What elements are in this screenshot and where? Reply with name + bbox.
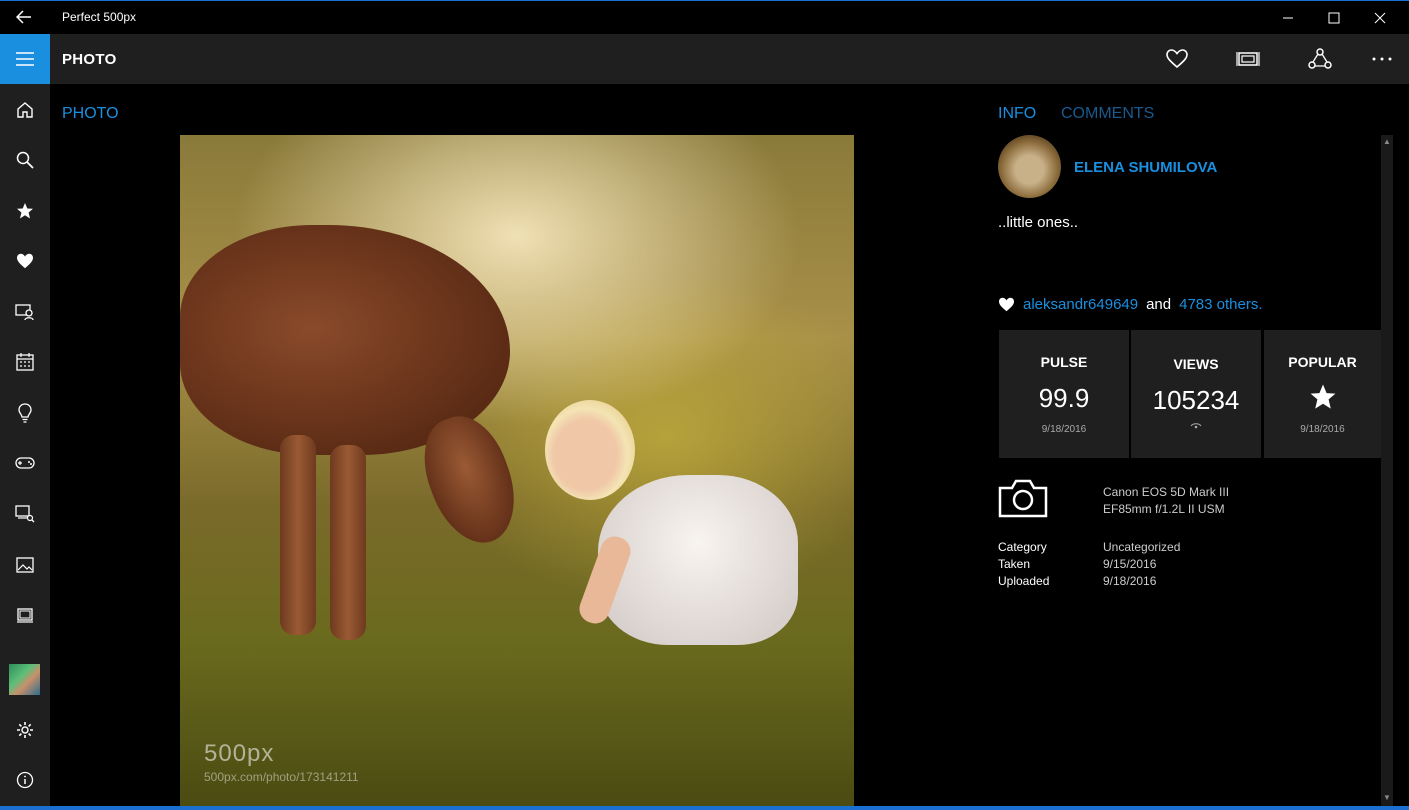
heart-icon[interactable] xyxy=(1160,44,1194,74)
heart-likes-icon xyxy=(999,297,1014,312)
photo-calf-leg xyxy=(280,435,316,635)
meta-key-taken: Taken xyxy=(998,557,1031,571)
scroll-down-arrow-icon[interactable]: ▼ xyxy=(1381,792,1393,804)
stat-value: 99.9 xyxy=(1038,383,1090,413)
meta-value-category: Uncategorized xyxy=(1103,540,1181,554)
stat-label: PULSE xyxy=(1040,354,1088,370)
meta-value-taken: 9/15/2016 xyxy=(1103,557,1157,571)
stat-views: VIEWS 105234 xyxy=(1131,330,1261,458)
window-bottom-border xyxy=(0,806,1409,810)
minimize-button[interactable] xyxy=(1265,1,1311,34)
window-title: Perfect 500px xyxy=(62,10,137,24)
close-button[interactable] xyxy=(1357,1,1403,34)
gear-icon[interactable] xyxy=(0,708,50,752)
author-name[interactable]: ELENA SHUMILOVA xyxy=(1074,159,1217,176)
calendar-icon[interactable] xyxy=(0,340,50,384)
photo-caption: ..little ones.. xyxy=(998,214,1079,231)
meta-key-uploaded: Uploaded xyxy=(998,574,1050,588)
star-icon xyxy=(1264,383,1381,418)
eye-icon xyxy=(1131,422,1261,433)
heart-filled-icon[interactable] xyxy=(0,239,50,283)
home-icon[interactable] xyxy=(0,88,50,132)
user-search-icon[interactable] xyxy=(0,290,50,334)
likes-and-text: and xyxy=(1146,296,1172,313)
meta-key-category: Category xyxy=(998,540,1047,554)
stat-pulse: PULSE 99.9 9/18/2016 xyxy=(999,330,1129,458)
gamepad-icon[interactable] xyxy=(0,441,50,485)
main-photo[interactable]: 500px 500px.com/photo/173141211 xyxy=(180,135,854,810)
tab-comments[interactable]: COMMENTS xyxy=(1061,105,1154,123)
scroll-up-arrow-icon[interactable]: ▲ xyxy=(1381,136,1393,148)
nav-rail xyxy=(0,84,50,810)
photo-section-label: PHOTO xyxy=(62,105,119,122)
camera-info: Canon EOS 5D Mark III EF85mm f/1.2L II U… xyxy=(1103,484,1229,518)
star-icon[interactable] xyxy=(0,189,50,233)
slideshow-icon[interactable] xyxy=(1231,44,1265,74)
meta-keys: Category Taken Uploaded xyxy=(998,539,1049,590)
author-avatar[interactable] xyxy=(998,135,1061,198)
scrollbar[interactable] xyxy=(1381,135,1393,806)
stat-date: 9/18/2016 xyxy=(1041,424,1087,435)
maximize-button[interactable] xyxy=(1311,1,1357,34)
info-icon[interactable] xyxy=(0,758,50,802)
back-arrow-icon[interactable] xyxy=(10,5,38,29)
meta-values: Uncategorized 9/15/2016 9/18/2016 xyxy=(1103,539,1180,590)
hamburger-menu-icon[interactable] xyxy=(0,34,50,84)
app-bar: PHOTO xyxy=(0,34,1409,84)
stat-label: VIEWS xyxy=(1173,356,1219,372)
share-icon[interactable] xyxy=(1303,44,1337,74)
photo-girl-head xyxy=(545,400,635,500)
stat-date: 9/18/2016 xyxy=(1300,424,1345,435)
liker-link[interactable]: aleksandr649649 xyxy=(1023,296,1138,313)
camera-icon xyxy=(998,478,1048,518)
gallery-search-icon[interactable] xyxy=(0,492,50,536)
stat-label: POPULAR xyxy=(1288,354,1357,370)
stat-value: 105234 xyxy=(1152,385,1240,415)
camera-model: Canon EOS 5D Mark III xyxy=(1103,485,1230,499)
photo-calf-leg xyxy=(330,445,366,640)
likes-row: aleksandr649649 and 4783 others. xyxy=(998,296,1263,313)
others-link[interactable]: 4783 others. xyxy=(1179,296,1262,313)
lightbulb-icon[interactable] xyxy=(0,391,50,435)
title-bar: Perfect 500px xyxy=(0,0,1409,33)
image-icon[interactable] xyxy=(0,543,50,587)
slides-icon[interactable] xyxy=(0,593,50,637)
user-avatar[interactable] xyxy=(9,664,40,695)
tab-info[interactable]: INFO xyxy=(998,105,1036,123)
stat-popular: POPULAR 9/18/2016 xyxy=(1264,330,1381,458)
page-title: PHOTO xyxy=(62,51,117,68)
watermark-logo: 500px xyxy=(204,740,275,767)
camera-lens: EF85mm f/1.2L II USM xyxy=(1103,502,1225,516)
more-options-icon[interactable] xyxy=(1365,44,1399,74)
search-icon[interactable] xyxy=(0,138,50,182)
meta-value-uploaded: 9/18/2016 xyxy=(1103,574,1157,588)
watermark-url: 500px.com/photo/173141211 xyxy=(204,770,359,784)
